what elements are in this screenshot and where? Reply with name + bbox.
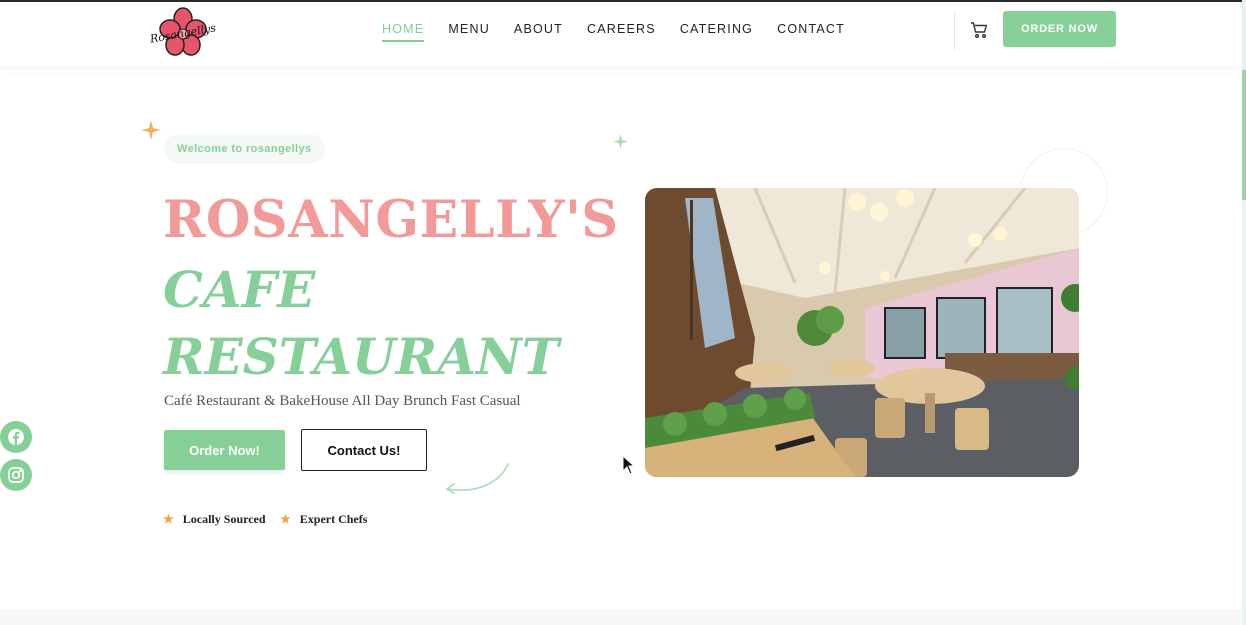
nav-home[interactable]: HOME xyxy=(382,22,425,42)
sparkle-icon xyxy=(613,134,628,149)
restaurant-interior-photo xyxy=(645,188,1079,477)
next-section-edge xyxy=(0,609,1242,625)
star-icon: ★ xyxy=(163,512,174,526)
nav-menu[interactable]: MENU xyxy=(448,22,490,42)
feature-label: Expert Chefs xyxy=(299,512,368,526)
feature-expert-chefs: ★ Expert Chefs xyxy=(280,512,367,527)
sparkle-icon xyxy=(141,120,161,140)
feature-locally-sourced: ★ Locally Sourced xyxy=(163,512,266,527)
hero-title-line1: ROSANGELLY'S xyxy=(163,190,619,250)
hero-contact-us-button[interactable]: Contact Us! xyxy=(301,429,427,471)
arrow-swoosh-icon xyxy=(442,460,514,498)
instagram-icon[interactable] xyxy=(0,459,32,491)
scrollbar-thumb[interactable] xyxy=(1242,70,1246,200)
mouse-cursor-icon xyxy=(622,454,636,475)
nav-contact[interactable]: CONTACT xyxy=(777,22,845,42)
site-header: Rosangellys HOME MENU ABOUT CAREERS CATE… xyxy=(0,2,1242,66)
hero-subtitle: Café Restaurant & BakeHouse All Day Brun… xyxy=(164,393,521,409)
facebook-icon[interactable] xyxy=(0,421,32,453)
feature-label: Locally Sourced xyxy=(182,512,266,526)
hero-title-line3: RESTAURANT xyxy=(163,327,559,386)
star-icon: ★ xyxy=(280,512,291,526)
nav-about[interactable]: ABOUT xyxy=(514,22,563,42)
scrollbar[interactable] xyxy=(1242,0,1246,625)
main-nav: HOME MENU ABOUT CAREERS CATERING CONTACT xyxy=(382,22,869,42)
hero-order-now-button[interactable]: Order Now! xyxy=(164,430,285,470)
nav-catering[interactable]: CATERING xyxy=(680,22,753,42)
hero-title-line2: CAFE xyxy=(163,260,316,319)
header-order-now-button[interactable]: ORDER NOW xyxy=(1003,11,1116,47)
brand-logo[interactable]: Rosangellys xyxy=(148,6,218,58)
header-divider xyxy=(954,12,955,50)
cart-icon[interactable] xyxy=(970,21,988,39)
welcome-badge: Welcome to rosangellys xyxy=(164,134,325,164)
nav-careers[interactable]: CAREERS xyxy=(587,22,656,42)
